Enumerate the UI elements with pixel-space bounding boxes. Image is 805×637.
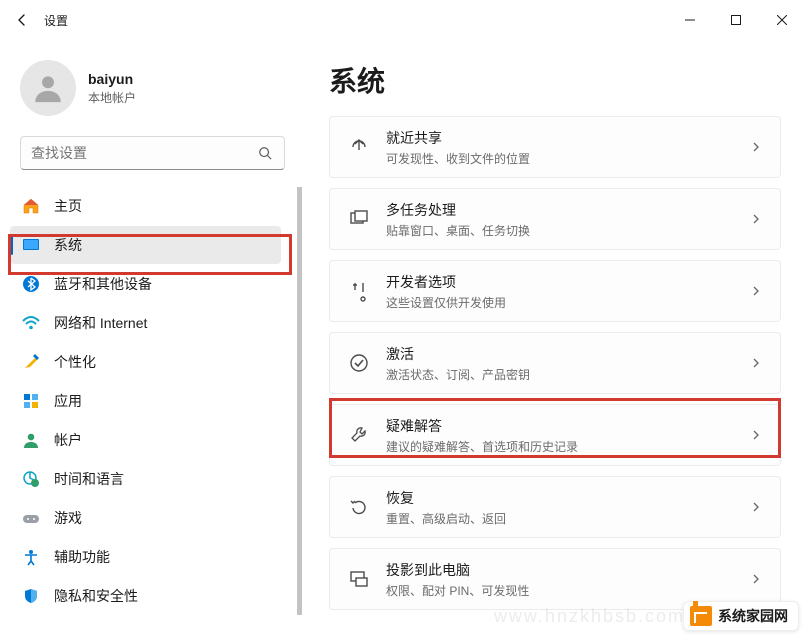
chevron-right-icon bbox=[750, 285, 762, 297]
sidebar: baiyun 本地帐户 主页 系统 蓝牙 bbox=[0, 40, 305, 637]
nav-item-time-language[interactable]: 时间和语言 bbox=[10, 460, 281, 498]
nav-label: 应用 bbox=[54, 391, 82, 411]
back-button[interactable] bbox=[0, 0, 44, 40]
close-button[interactable] bbox=[759, 0, 805, 40]
avatar bbox=[20, 60, 76, 116]
card-subtitle: 这些设置仅供开发使用 bbox=[386, 294, 750, 311]
titlebar: 设置 bbox=[0, 0, 805, 40]
card-title: 激活 bbox=[386, 344, 750, 364]
card-subtitle: 重置、高级启动、返回 bbox=[386, 510, 750, 527]
bluetooth-icon bbox=[22, 275, 40, 293]
card-subtitle: 激活状态、订阅、产品密钥 bbox=[386, 366, 750, 383]
nav-label: 隐私和安全性 bbox=[54, 586, 138, 606]
nav-label: 系统 bbox=[54, 235, 82, 255]
brand-badge: 系统家园网 bbox=[683, 601, 799, 631]
user-name: baiyun bbox=[88, 71, 136, 87]
user-subtitle: 本地帐户 bbox=[88, 89, 136, 106]
search-input[interactable] bbox=[31, 145, 256, 161]
nav-label: 个性化 bbox=[54, 352, 96, 372]
person-icon bbox=[22, 431, 40, 449]
chevron-right-icon bbox=[750, 357, 762, 369]
card-subtitle: 权限、配对 PIN、可发现性 bbox=[386, 582, 750, 599]
card-troubleshoot[interactable]: 疑难解答 建议的疑难解答、首选项和历史记录 bbox=[329, 404, 781, 466]
card-title: 恢复 bbox=[386, 488, 750, 508]
nav-label: 时间和语言 bbox=[54, 469, 124, 489]
nav-label: 网络和 Internet bbox=[54, 313, 147, 333]
nav-item-accounts[interactable]: 帐户 bbox=[10, 421, 281, 459]
nav-item-bluetooth[interactable]: 蓝牙和其他设备 bbox=[10, 265, 281, 303]
multitask-icon bbox=[348, 208, 370, 230]
window-title: 设置 bbox=[44, 12, 68, 29]
gamepad-icon bbox=[22, 509, 40, 527]
home-icon bbox=[22, 197, 40, 215]
nav-item-network[interactable]: 网络和 Internet bbox=[10, 304, 281, 342]
tools-icon bbox=[348, 280, 370, 302]
check-circle-icon bbox=[348, 352, 370, 374]
chevron-right-icon bbox=[750, 501, 762, 513]
nav-item-personalization[interactable]: 个性化 bbox=[10, 343, 281, 381]
chevron-right-icon bbox=[750, 429, 762, 441]
wifi-icon bbox=[22, 314, 40, 332]
system-icon bbox=[22, 236, 40, 254]
search-icon bbox=[256, 144, 274, 162]
card-developer[interactable]: 开发者选项 这些设置仅供开发使用 bbox=[329, 260, 781, 322]
search-box[interactable] bbox=[20, 136, 285, 170]
card-title: 投影到此电脑 bbox=[386, 560, 750, 580]
card-title: 就近共享 bbox=[386, 128, 750, 148]
apps-icon bbox=[22, 392, 40, 410]
nav-label: 帐户 bbox=[54, 430, 82, 450]
maximize-button[interactable] bbox=[713, 0, 759, 40]
share-icon bbox=[348, 136, 370, 158]
nav: 主页 系统 蓝牙和其他设备 网络和 Internet 个性化 应用 bbox=[0, 186, 305, 637]
shield-icon bbox=[22, 587, 40, 605]
recovery-icon bbox=[348, 496, 370, 518]
nav-item-apps[interactable]: 应用 bbox=[10, 382, 281, 420]
nav-item-accessibility[interactable]: 辅助功能 bbox=[10, 538, 281, 576]
main-content: 系统 就近共享 可发现性、收到文件的位置 多任务处理 贴靠窗口、桌面、任务切换 … bbox=[305, 40, 805, 637]
nav-label: 主页 bbox=[54, 196, 82, 216]
user-panel[interactable]: baiyun 本地帐户 bbox=[0, 56, 305, 136]
card-nearby-sharing[interactable]: 就近共享 可发现性、收到文件的位置 bbox=[329, 116, 781, 178]
card-subtitle: 建议的疑难解答、首选项和历史记录 bbox=[386, 438, 750, 455]
minimize-button[interactable] bbox=[667, 0, 713, 40]
card-activation[interactable]: 激活 激活状态、订阅、产品密钥 bbox=[329, 332, 781, 394]
accessibility-icon bbox=[22, 548, 40, 566]
chevron-right-icon bbox=[750, 141, 762, 153]
card-title: 多任务处理 bbox=[386, 200, 750, 220]
project-icon bbox=[348, 568, 370, 590]
card-subtitle: 可发现性、收到文件的位置 bbox=[386, 150, 750, 167]
brand-text: 系统家园网 bbox=[718, 606, 788, 626]
window-controls bbox=[667, 0, 805, 40]
nav-item-system[interactable]: 系统 bbox=[10, 226, 281, 264]
nav-label: 蓝牙和其他设备 bbox=[54, 274, 152, 294]
page-title: 系统 bbox=[329, 60, 781, 100]
nav-label: 游戏 bbox=[54, 508, 82, 528]
brand-logo-icon bbox=[690, 606, 712, 626]
nav-item-home[interactable]: 主页 bbox=[10, 187, 281, 225]
card-multitasking[interactable]: 多任务处理 贴靠窗口、桌面、任务切换 bbox=[329, 188, 781, 250]
chevron-right-icon bbox=[750, 573, 762, 585]
card-subtitle: 贴靠窗口、桌面、任务切换 bbox=[386, 222, 750, 239]
nav-item-privacy[interactable]: 隐私和安全性 bbox=[10, 577, 281, 615]
card-recovery[interactable]: 恢复 重置、高级启动、返回 bbox=[329, 476, 781, 538]
chevron-right-icon bbox=[750, 213, 762, 225]
nav-item-gaming[interactable]: 游戏 bbox=[10, 499, 281, 537]
globe-clock-icon bbox=[22, 470, 40, 488]
nav-label: 辅助功能 bbox=[54, 547, 110, 567]
wrench-icon bbox=[348, 424, 370, 446]
brush-icon bbox=[22, 353, 40, 371]
card-title: 疑难解答 bbox=[386, 416, 750, 436]
card-title: 开发者选项 bbox=[386, 272, 750, 292]
